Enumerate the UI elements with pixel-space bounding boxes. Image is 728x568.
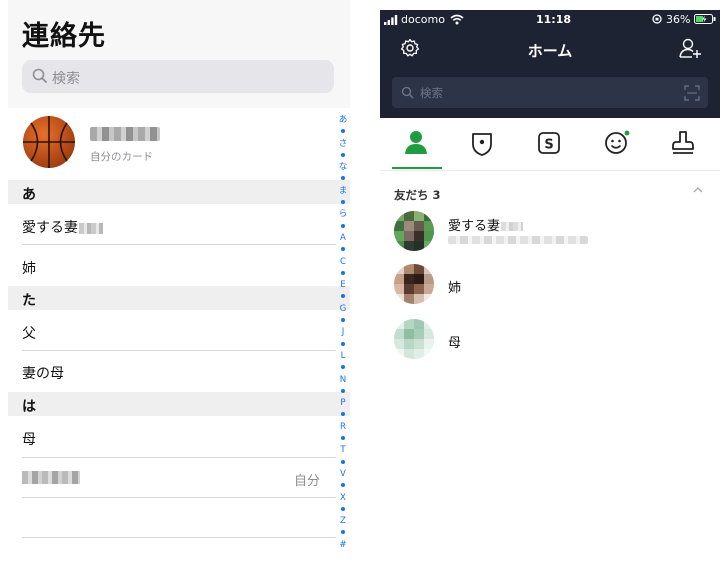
pixelated-photo	[394, 211, 434, 251]
divider	[22, 537, 336, 538]
index-dot	[337, 528, 349, 540]
index-letter[interactable]: G	[337, 304, 349, 316]
index-letter[interactable]: T	[337, 445, 349, 457]
status-time: 11:18	[536, 13, 572, 26]
index-dot	[337, 316, 349, 328]
divider	[22, 244, 336, 245]
tab-smiley[interactable]	[601, 128, 631, 158]
section-header-a: あ	[8, 180, 350, 204]
index-letter[interactable]: R	[337, 422, 349, 434]
index-letter[interactable]: E	[337, 280, 349, 292]
index-dot	[337, 127, 349, 139]
wifi-icon	[450, 14, 464, 25]
search-placeholder: 検索	[52, 71, 80, 87]
index-letter[interactable]: V	[337, 469, 349, 481]
contact-row[interactable]: 姉	[22, 258, 36, 278]
index-letter[interactable]: Z	[337, 516, 349, 528]
page-title: 連絡先	[22, 21, 106, 52]
status-message-redacted	[448, 236, 588, 244]
my-card-label: 自分のカード	[90, 151, 153, 163]
index-dot	[337, 457, 349, 469]
section-header-ta: た	[8, 286, 350, 310]
index-dot	[337, 150, 349, 162]
contact-row[interactable]: 愛する妻	[22, 217, 103, 237]
index-letter[interactable]: ら	[337, 209, 349, 221]
battery-percent: 36%	[666, 13, 691, 26]
index-letter[interactable]: X	[337, 493, 349, 505]
index-dot	[337, 245, 349, 257]
index-dot	[337, 363, 349, 375]
index-letter[interactable]: ま	[337, 186, 349, 198]
divider	[22, 497, 336, 498]
friend-name[interactable]: 愛する妻	[448, 215, 524, 234]
search-icon	[401, 86, 414, 99]
friend-avatar[interactable]	[394, 264, 434, 304]
tab-badge-shield[interactable]	[467, 128, 497, 158]
active-tab-indicator	[392, 167, 442, 169]
svg-text:S: S	[544, 138, 553, 153]
index-letter[interactable]: L	[337, 351, 349, 363]
index-dot	[337, 268, 349, 280]
line-app: docomo 11:18 36% ホーム 検索 S 友だち 3 愛する妻 姉 母	[380, 10, 720, 560]
redacted-text	[501, 222, 524, 231]
index-dot	[337, 221, 349, 233]
tab-service-s[interactable]: S	[534, 128, 564, 158]
index-letter[interactable]: C	[337, 257, 349, 269]
index-letter[interactable]: N	[337, 375, 349, 387]
friend-name[interactable]: 母	[448, 332, 461, 351]
chevron-up-icon[interactable]	[692, 185, 704, 195]
orientation-lock-icon	[652, 14, 662, 24]
redacted-text	[79, 222, 103, 234]
index-dot	[337, 339, 349, 351]
tab-bar: S	[380, 118, 720, 171]
add-friend-icon[interactable]	[678, 37, 702, 59]
my-contact-redacted[interactable]	[22, 471, 80, 484]
tab-friends[interactable]	[401, 128, 431, 158]
index-dot	[337, 198, 349, 210]
pixelated-photo	[394, 264, 434, 304]
pixelated-photo	[394, 319, 434, 359]
signal-bars-icon	[384, 15, 398, 25]
section-index-bar[interactable]: あ さ な ま ら A C E G J L N P R T V X Z #	[337, 115, 349, 551]
search-placeholder: 検索	[420, 86, 443, 100]
qr-scan-icon[interactable]	[684, 85, 700, 101]
search-input[interactable]: 検索	[22, 60, 334, 93]
index-letter[interactable]: P	[337, 398, 349, 410]
index-dot	[337, 386, 349, 398]
my-name-redacted	[90, 127, 160, 141]
contact-row[interactable]: 父	[22, 323, 36, 343]
friend-avatar[interactable]	[394, 319, 434, 359]
contact-row[interactable]: 妻の母	[22, 363, 64, 383]
tab-stamp[interactable]	[668, 128, 698, 158]
basketball-avatar	[23, 116, 75, 168]
index-dot	[337, 410, 349, 422]
index-letter[interactable]: A	[337, 233, 349, 245]
contacts-app: 連絡先 検索 自分のカード あ 愛する妻 姉 た 父 妻の母 は 母 自分 あ …	[8, 0, 350, 568]
index-dot	[337, 292, 349, 304]
index-letter[interactable]: さ	[337, 139, 349, 151]
section-header-ha: は	[8, 392, 350, 416]
index-dot	[337, 434, 349, 446]
friend-name[interactable]: 姉	[448, 277, 461, 296]
search-input[interactable]: 検索	[392, 77, 708, 108]
index-dot	[337, 481, 349, 493]
divider	[22, 457, 336, 458]
index-letter[interactable]: #	[337, 540, 349, 552]
index-letter[interactable]: あ	[337, 115, 349, 127]
battery-icon	[694, 14, 716, 24]
carrier-label: docomo	[401, 13, 445, 26]
index-letter[interactable]: な	[337, 162, 349, 174]
index-dot	[337, 504, 349, 516]
index-letter[interactable]: J	[337, 327, 349, 339]
search-icon	[32, 68, 47, 83]
page-title: ホーム	[527, 42, 573, 60]
divider	[22, 350, 336, 351]
me-tag: 自分	[294, 474, 321, 489]
friends-section-title: 友だち 3	[394, 188, 441, 202]
contact-row[interactable]: 母	[22, 429, 36, 449]
friend-avatar[interactable]	[394, 211, 434, 251]
index-dot	[337, 174, 349, 186]
